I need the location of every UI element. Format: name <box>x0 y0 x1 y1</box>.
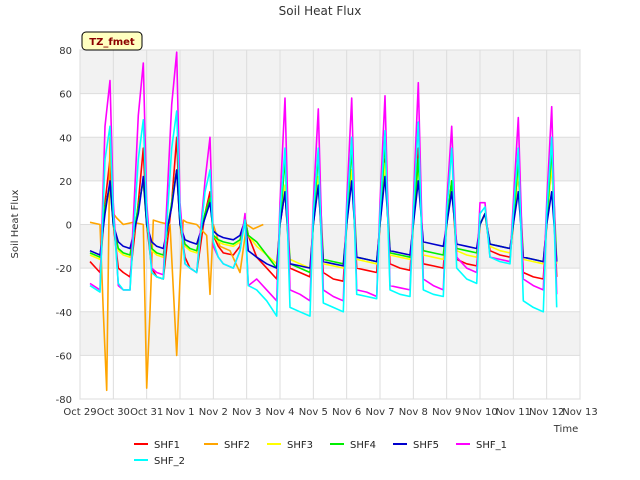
soil-heat-flux-chart: Soil Heat Flux -80 -60 -40 -20 0 20 40 60 80 Oct… <box>10 4 598 467</box>
legend-item-shf-2: SHF_2 <box>134 456 185 467</box>
x-tick-label: Nov 2 <box>199 407 228 418</box>
x-tick-label: Nov 8 <box>399 407 428 418</box>
x-tick-label: Nov 5 <box>299 407 328 418</box>
y-tick-label: -40 <box>56 308 72 319</box>
legend-item-shf1: SHF1 <box>134 440 180 451</box>
y-tick-label: -20 <box>56 264 72 275</box>
legend-label: SHF4 <box>350 440 376 451</box>
x-tick-label: Nov 13 <box>562 407 597 418</box>
x-tick-label: Nov 4 <box>265 407 294 418</box>
plot-band <box>80 311 580 356</box>
legend-label: SHF_1 <box>476 440 507 451</box>
legend-item-shf2: SHF2 <box>204 440 250 451</box>
y-tick-label: 0 <box>66 221 72 232</box>
x-tick-label: Nov 6 <box>332 407 361 418</box>
y-tick-label: 40 <box>59 133 72 144</box>
x-tick-label: Nov 11 <box>496 407 531 418</box>
x-tick-label: Nov 7 <box>365 407 394 418</box>
y-tick-label: 20 <box>59 177 72 188</box>
y-tick-label: -60 <box>56 351 72 362</box>
legend-item-shf3: SHF3 <box>267 440 313 451</box>
y-tick-label: -80 <box>56 395 72 406</box>
legend-item-shf-1: SHF_1 <box>456 440 507 451</box>
plot-band <box>80 355 580 399</box>
y-axis-ticks: -80 -60 -40 -20 0 20 40 60 80 <box>56 46 72 406</box>
x-tick-label: Nov 9 <box>432 407 461 418</box>
legend-label: SHF5 <box>413 440 439 451</box>
x-tick-label: Oct 29 <box>63 407 96 418</box>
plot-band <box>80 180 580 225</box>
tz-badge-label: TZ_fmet <box>89 37 135 48</box>
plot-band <box>80 93 580 138</box>
x-tick-label: Nov 1 <box>165 407 194 418</box>
legend-item-shf4: SHF4 <box>330 440 376 451</box>
x-tick-label: Nov 3 <box>232 407 261 418</box>
x-tick-label: Oct 31 <box>130 407 163 418</box>
x-tick-label: Nov 10 <box>462 407 497 418</box>
y-tick-label: 80 <box>59 46 72 57</box>
x-axis-label: Time <box>553 424 578 435</box>
chart-title: Soil Heat Flux <box>279 4 362 18</box>
tz-badge: TZ_fmet <box>81 31 143 51</box>
legend-item-shf5: SHF5 <box>393 440 439 451</box>
y-tick-label: 60 <box>59 90 72 101</box>
plot-band <box>80 50 580 94</box>
plot-band <box>80 137 580 181</box>
x-tick-label: Nov 12 <box>529 407 564 418</box>
x-axis-ticks: Oct 29 Oct 30 Oct 31 Nov 1 Nov 2 Nov 3 Nov 4 No… <box>63 407 597 418</box>
legend: SHF1 SHF2 SHF3 SHF4 SHF5 SHF_1 SHF_2 <box>134 440 507 467</box>
x-tick-label: Oct 30 <box>97 407 130 418</box>
y-axis-label: Soil Heat Flux <box>10 189 21 258</box>
legend-label: SHF3 <box>287 440 313 451</box>
legend-label: SHF_2 <box>154 456 185 467</box>
legend-label: SHF1 <box>154 440 180 451</box>
legend-label: SHF2 <box>224 440 250 451</box>
